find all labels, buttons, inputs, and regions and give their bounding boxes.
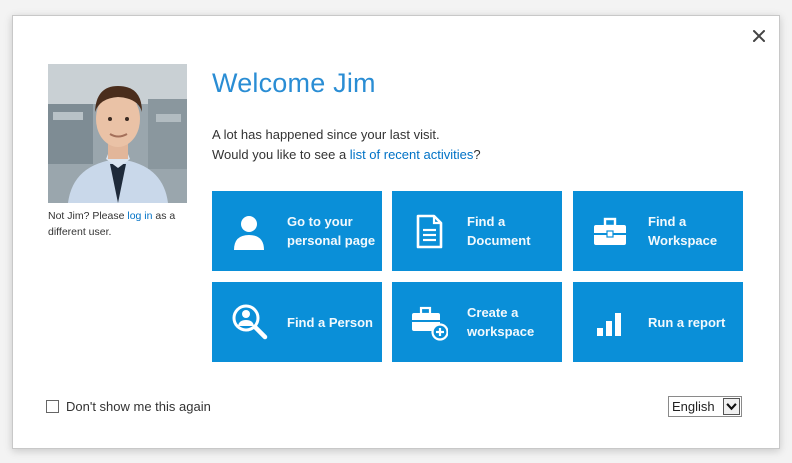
dont-show-label: Don't show me this again bbox=[66, 399, 211, 414]
dont-show-checkbox[interactable] bbox=[46, 400, 59, 413]
recent-activities-link[interactable]: list of recent activities bbox=[350, 147, 474, 162]
not-user-prefix: Not Jim? Please bbox=[48, 210, 128, 222]
log-in-link[interactable]: log in bbox=[127, 210, 152, 222]
bar-chart-icon bbox=[597, 313, 621, 336]
language-value: English bbox=[672, 399, 715, 414]
person-icon bbox=[234, 216, 264, 250]
briefcase-icon bbox=[594, 217, 626, 245]
chevron-down-icon[interactable] bbox=[723, 398, 740, 415]
tile-label: Run a report bbox=[648, 314, 726, 330]
tile-label: Find a Workspace bbox=[648, 214, 718, 248]
intro-line-2-suffix: ? bbox=[473, 147, 481, 162]
run-report-button[interactable]: Run a report bbox=[573, 282, 743, 362]
tile-label: Find a Person bbox=[287, 314, 373, 330]
user-avatar bbox=[48, 64, 187, 203]
intro-line-2: Would you like to see a list of recent a… bbox=[212, 145, 732, 165]
welcome-intro: A lot has happened since your last visit… bbox=[212, 125, 732, 165]
intro-line-1: A lot has happened since your last visit… bbox=[212, 127, 440, 142]
create-workspace-button[interactable]: Create a workspace bbox=[392, 282, 562, 362]
close-icon[interactable] bbox=[750, 27, 768, 45]
find-workspace-button[interactable]: Find a Workspace bbox=[573, 191, 743, 271]
find-person-button[interactable]: Find a Person bbox=[212, 282, 382, 362]
tile-label: Go to your personal page bbox=[287, 214, 376, 248]
welcome-dialog: Not Jim? Please log in as a different us… bbox=[12, 15, 780, 449]
tile-label: Create a workspace bbox=[467, 305, 535, 339]
tile-label: Find a Document bbox=[467, 214, 531, 248]
welcome-title: Welcome Jim bbox=[212, 68, 376, 98]
intro-line-2-prefix: Would you like to see a bbox=[212, 147, 350, 162]
person-search-icon bbox=[232, 304, 268, 340]
language-select[interactable]: English bbox=[668, 396, 742, 417]
go-to-personal-page-button[interactable]: Go to your personal page bbox=[212, 191, 382, 271]
find-document-button[interactable]: Find a Document bbox=[392, 191, 562, 271]
not-user-notice: Not Jim? Please log in as a different us… bbox=[48, 208, 193, 240]
dont-show-again[interactable]: Don't show me this again bbox=[46, 399, 211, 414]
document-icon bbox=[416, 214, 443, 249]
briefcase-add-icon bbox=[412, 306, 448, 341]
